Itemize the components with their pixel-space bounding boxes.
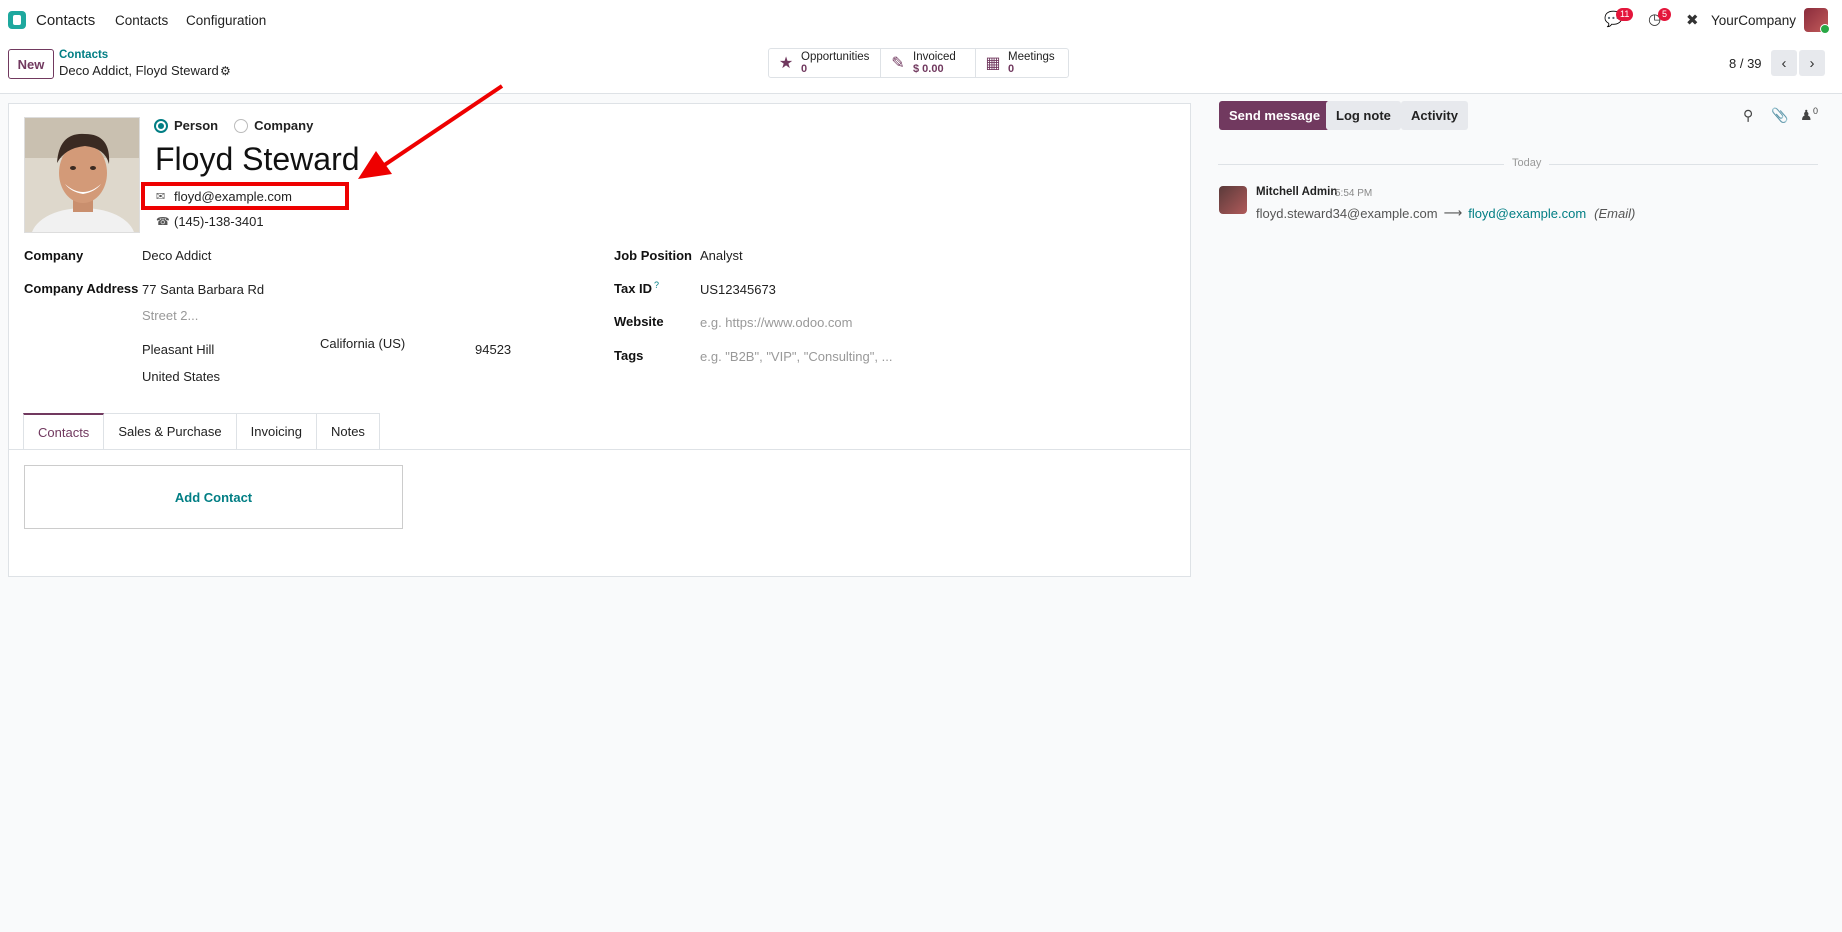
pager-next-button[interactable]: › [1799,50,1825,76]
arrow-right-icon: ⟶ [1443,205,1463,220]
opportunities-value: 0 [801,63,808,75]
old-email-value: floyd.steward34@example.com [1256,205,1438,221]
pager-previous-button[interactable]: ‹ [1771,50,1797,76]
contact-portrait [25,118,139,232]
contacts-app-icon[interactable] [8,11,26,29]
calendar-icon: ▦ [985,55,1001,72]
company-label[interactable]: Company [254,118,313,133]
meetings-label: Meetings [1008,51,1055,63]
gear-icon[interactable]: ⚙ [220,64,231,78]
job-position-label: Job Position [614,248,692,263]
menu-configuration[interactable]: Configuration [186,13,266,28]
messages-systray[interactable]: 💬 11 [1604,8,1634,28]
followers-count: 0 [1813,106,1819,116]
chevron-right-icon: › [1809,54,1815,72]
notebook-tabs: Contacts Sales & Purchase Invoicing Note… [23,413,380,450]
debug-tools[interactable]: ✖ [1686,11,1699,29]
company-switcher[interactable]: YourCompany [1711,13,1796,28]
new-button[interactable]: New [8,49,54,79]
tags-label: Tags [614,348,644,363]
message-author-avatar[interactable] [1219,186,1247,214]
add-contact-button[interactable]: Add Contact [24,465,403,529]
activities-badge: 5 [1658,8,1672,21]
website-label: Website [614,314,664,329]
opportunities-button[interactable]: ★ Opportunities 0 [769,49,881,77]
followers-icon[interactable]: ♟ [1800,107,1813,124]
activity-button[interactable]: Activity [1401,101,1468,130]
tax-id-label: Tax ID [614,281,653,296]
top-navbar: Contacts Contacts Configuration 💬 11 ◷ 5… [0,0,1842,40]
activities-systray[interactable]: ◷ 5 [1648,8,1672,28]
messages-badge: 11 [1616,8,1634,21]
tracked-field-name: (Email) [1594,205,1636,221]
opportunities-label: Opportunities [801,51,870,63]
company-field-value[interactable]: Deco Addict [142,248,211,263]
edit-icon: ✎ [891,55,905,72]
star-icon: ★ [778,55,794,72]
job-position-field[interactable]: Analyst [700,248,743,263]
zip-field[interactable]: 94523 [475,342,511,357]
contact-name-field[interactable]: Floyd Steward [155,141,360,178]
new-email-value: floyd@example.com [1468,205,1587,221]
breadcrumb-parent[interactable]: Contacts [59,49,108,61]
phone-value[interactable]: (145)-138-3401 [174,214,264,229]
tab-notes[interactable]: Notes [316,413,380,450]
annotation-arrow [358,84,504,179]
street2-field[interactable]: Street 2... [142,308,198,323]
user-avatar[interactable] [1804,8,1830,34]
tax-id-field[interactable]: US12345673 [700,282,776,297]
country-field[interactable]: United States [142,369,220,384]
paperclip-icon[interactable]: 📎 [1771,107,1788,124]
tools-icon: ✖ [1686,12,1699,29]
tab-invoicing[interactable]: Invoicing [236,413,317,450]
tab-contacts[interactable]: Contacts [23,413,105,450]
city-field[interactable]: Pleasant Hill [142,342,214,357]
person-label[interactable]: Person [174,118,218,133]
invoiced-value: $ 0.00 [913,63,944,75]
date-separator-label: Today [1504,157,1550,169]
phone-field[interactable]: ☎ (145)-138-3401 [156,214,264,229]
company-radio[interactable] [234,118,249,133]
search-icon[interactable]: ⚲ [1743,107,1753,124]
log-note-button[interactable]: Log note [1326,101,1401,130]
street-field[interactable]: 77 Santa Barbara Rd [142,282,264,297]
tags-field[interactable]: e.g. "B2B", "VIP", "Consulting", ... [700,349,892,364]
annotation-highlight-box [141,182,349,210]
website-field[interactable]: e.g. https://www.odoo.com [700,315,852,330]
phone-icon: ☎ [156,216,170,228]
invoiced-button[interactable]: ✎ Invoiced $ 0.00 [881,49,976,77]
meetings-button[interactable]: ▦ Meetings 0 [976,49,1068,77]
person-radio[interactable] [154,118,168,133]
tab-sales-purchase[interactable]: Sales & Purchase [104,413,237,450]
chevron-left-icon: ‹ [1781,54,1787,72]
breadcrumb-current: Deco Addict, Floyd Steward [59,63,219,78]
message-author[interactable]: Mitchell Admin [1256,186,1337,198]
menu-contacts[interactable]: Contacts [115,13,168,28]
send-message-button[interactable]: Send message [1219,101,1331,130]
meetings-value: 0 [1008,63,1015,75]
company-field-label: Company [24,248,84,263]
app-name[interactable]: Contacts [36,12,95,29]
pager-value[interactable]: 8 / 39 [1729,56,1762,71]
smart-buttons: ★ Opportunities 0 ✎ Invoiced $ 0.00 ▦ Meet… [768,48,1069,78]
invoiced-label: Invoiced [913,51,956,63]
tab-divider [9,449,1190,450]
tax-id-help[interactable]: ? [654,280,659,290]
tracking-message: floyd.steward34@example.com ⟶ floyd@exam… [1256,205,1635,221]
address-field-label: Company Address [24,281,139,296]
state-field[interactable]: California (US) [320,336,405,351]
message-time: 5:54 PM [1335,188,1373,199]
contact-photo[interactable] [24,117,140,233]
company-type-selector: Person Company [154,118,313,133]
